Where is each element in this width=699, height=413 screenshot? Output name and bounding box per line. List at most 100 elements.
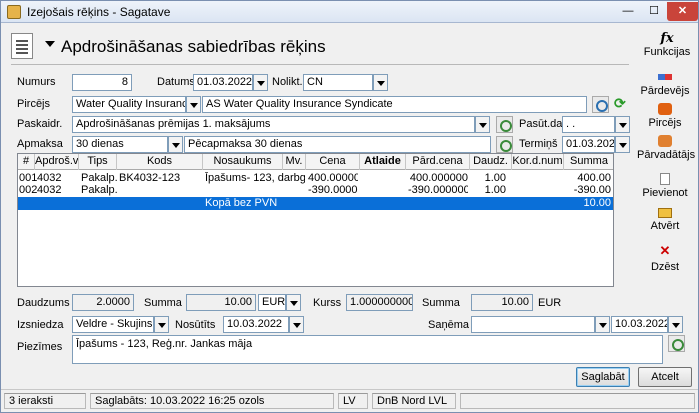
notes-textarea[interactable]: Īpašums - 123, Reģ.nr. Jankas māja [72, 335, 663, 364]
order-date-field[interactable]: . . [562, 116, 615, 133]
cell-nosaukums: Īpašums- 123, darbgab. [205, 172, 305, 184]
col-num[interactable]: # [18, 154, 35, 170]
col-pardcena[interactable]: Pārd.cena [406, 154, 470, 170]
chevron-down-icon[interactable] [45, 41, 55, 47]
col-nosaukums[interactable]: Nosaukums [203, 154, 283, 170]
add-label: Pievienot [642, 187, 688, 199]
col-kods[interactable]: Kods [117, 154, 203, 170]
buyer-name-field[interactable]: AS Water Quality Insurance Syndicate [202, 96, 587, 113]
received-by-dropdown[interactable] [595, 316, 610, 333]
cell-daudz: 1.00 [484, 172, 506, 184]
payment-text-field[interactable]: Pēcapmaksa 30 dienas [184, 136, 491, 153]
col-summa[interactable]: Summa [564, 154, 613, 170]
date-field[interactable]: 01.03.2022 [193, 74, 253, 91]
table-row[interactable]: 001 4032 Pakalp. BK4032-123 Īpašums- 123… [18, 172, 613, 184]
document-icon [11, 33, 33, 59]
payment-code-field[interactable]: 30 dienas [72, 136, 168, 153]
bank-indicator: DnB Nord LVL [372, 393, 456, 409]
received-date-dropdown[interactable] [668, 316, 683, 333]
sum2-label: Summa [422, 297, 460, 309]
received-date-field[interactable]: 10.03.2022 [611, 316, 668, 333]
page-title: Apdrošināšanas sabiedrības rēķins [61, 37, 326, 56]
open-button[interactable]: Atvērt [637, 208, 693, 232]
warehouse-dropdown[interactable] [373, 74, 388, 91]
currency2-label: EUR [538, 297, 562, 309]
carrier-button[interactable]: Pārvadātājs [637, 135, 696, 161]
buyer-label: Pircējs [648, 117, 682, 129]
cell-pardcena: -390.000000 [408, 184, 468, 196]
explanation-field[interactable]: Apdrošināšanas prēmijas 1. maksājums [72, 116, 475, 133]
pircejs-label: Pircējs [17, 98, 51, 110]
notes-lookup-icon[interactable] [668, 335, 685, 352]
refresh-icon[interactable]: ⟳ [614, 95, 626, 112]
cell-tips: Pakalp. [81, 184, 117, 196]
record-count: 3 ieraksti [4, 393, 86, 409]
col-tips[interactable]: Tips [79, 154, 117, 170]
functions-label: Funkcijas [643, 46, 691, 58]
rate-label: Kurss [313, 297, 342, 309]
col-cena[interactable]: Cena [306, 154, 360, 170]
col-kordnum[interactable]: Kor.d.num [512, 154, 564, 170]
status-empty [460, 393, 695, 409]
explanation-dropdown[interactable] [475, 116, 490, 133]
maximize-button[interactable]: ☐ [641, 2, 667, 21]
received-by-field[interactable] [471, 316, 595, 333]
date-dropdown[interactable] [253, 74, 268, 91]
header-divider [11, 64, 629, 65]
window-title: Izejošais rēķins - Sagatave [27, 5, 171, 19]
issuer-label: Izsniedza [17, 319, 64, 331]
col-mv[interactable]: Mv. [283, 154, 306, 170]
numurs-label: Numurs [17, 76, 56, 88]
cell-pardcena: 400.000000 [409, 172, 468, 184]
save-button[interactable]: Saglabāt [576, 367, 630, 387]
apmaksa-label: Apmaksa [17, 138, 63, 150]
paskaidr-label: Paskaidr. [17, 118, 63, 130]
sent-date-field[interactable]: 10.03.2022 [223, 316, 289, 333]
cell-apdr: 4032 [37, 172, 62, 184]
total-label: Kopā bez PVN [205, 197, 278, 209]
minimize-button[interactable]: — [615, 2, 641, 21]
table-row[interactable]: 002 4032 Pakalp. -390.000000 -390.000000… [18, 184, 613, 196]
buyer-code-field[interactable]: Water Quality Insurance Syı [72, 96, 186, 113]
quantity-label: Daudzums [17, 297, 70, 309]
carrier-label: Pārvadātājs [637, 149, 696, 161]
payment-dropdown[interactable] [168, 136, 183, 153]
cancel-button[interactable]: Atcelt [638, 367, 692, 387]
currency-dropdown[interactable] [286, 294, 301, 311]
cell-cena: -390.000000 [308, 184, 358, 196]
explanation-lookup-icon[interactable] [496, 116, 513, 133]
col-apdr[interactable]: Apdroš.v. [35, 154, 79, 170]
col-daudz[interactable]: Daudz. [470, 154, 512, 170]
cell-summa: 400.00 [577, 172, 611, 184]
delete-button[interactable]: ✕ Dzēst [637, 243, 693, 273]
number-field[interactable]: 8 [72, 74, 132, 91]
folder-icon [658, 208, 672, 218]
table-header: # Apdroš.v. Tips Kods Nosaukums Mv. Cena… [18, 154, 613, 170]
buyer-button[interactable]: Pircējs [637, 103, 693, 129]
delete-icon: ✕ [659, 243, 671, 258]
issuer-field[interactable]: Veldre - Skujins Jani [72, 316, 154, 333]
functions-button[interactable]: fx Funkcijas [639, 31, 695, 58]
due-date-field[interactable]: 01.03.2022 [562, 136, 615, 153]
seller-button[interactable]: Pārdevējs [637, 71, 693, 97]
sent-label: Nosūtīts [175, 319, 216, 331]
buyer-lookup-icon[interactable] [592, 96, 609, 113]
due-date-dropdown[interactable] [615, 136, 630, 153]
col-atlaide[interactable]: Atlaide [360, 154, 406, 170]
payment-lookup-icon[interactable] [496, 136, 513, 153]
order-date-dropdown[interactable] [615, 116, 630, 133]
currency-field[interactable]: EUR [258, 294, 286, 311]
add-button[interactable]: Pievienot [637, 173, 693, 199]
cell-apdr: 4032 [37, 184, 62, 196]
carrier-icon [658, 135, 672, 147]
table-total-row[interactable]: Kopā bez PVN 10.00 [18, 197, 613, 210]
cell-kods: BK4032-123 [119, 172, 181, 184]
warehouse-label: Nolikt. [272, 76, 303, 88]
buyer-dropdown[interactable] [186, 96, 201, 113]
warehouse-field[interactable]: CN [303, 74, 373, 91]
invoice-window: Izejošais rēķins - Sagatave — ☐ ✕ Apdroš… [0, 0, 699, 413]
issuer-dropdown[interactable] [154, 316, 169, 333]
sent-date-dropdown[interactable] [289, 316, 304, 333]
close-button[interactable]: ✕ [667, 2, 698, 21]
invoice-lines-table[interactable]: # Apdroš.v. Tips Kods Nosaukums Mv. Cena… [17, 153, 614, 287]
